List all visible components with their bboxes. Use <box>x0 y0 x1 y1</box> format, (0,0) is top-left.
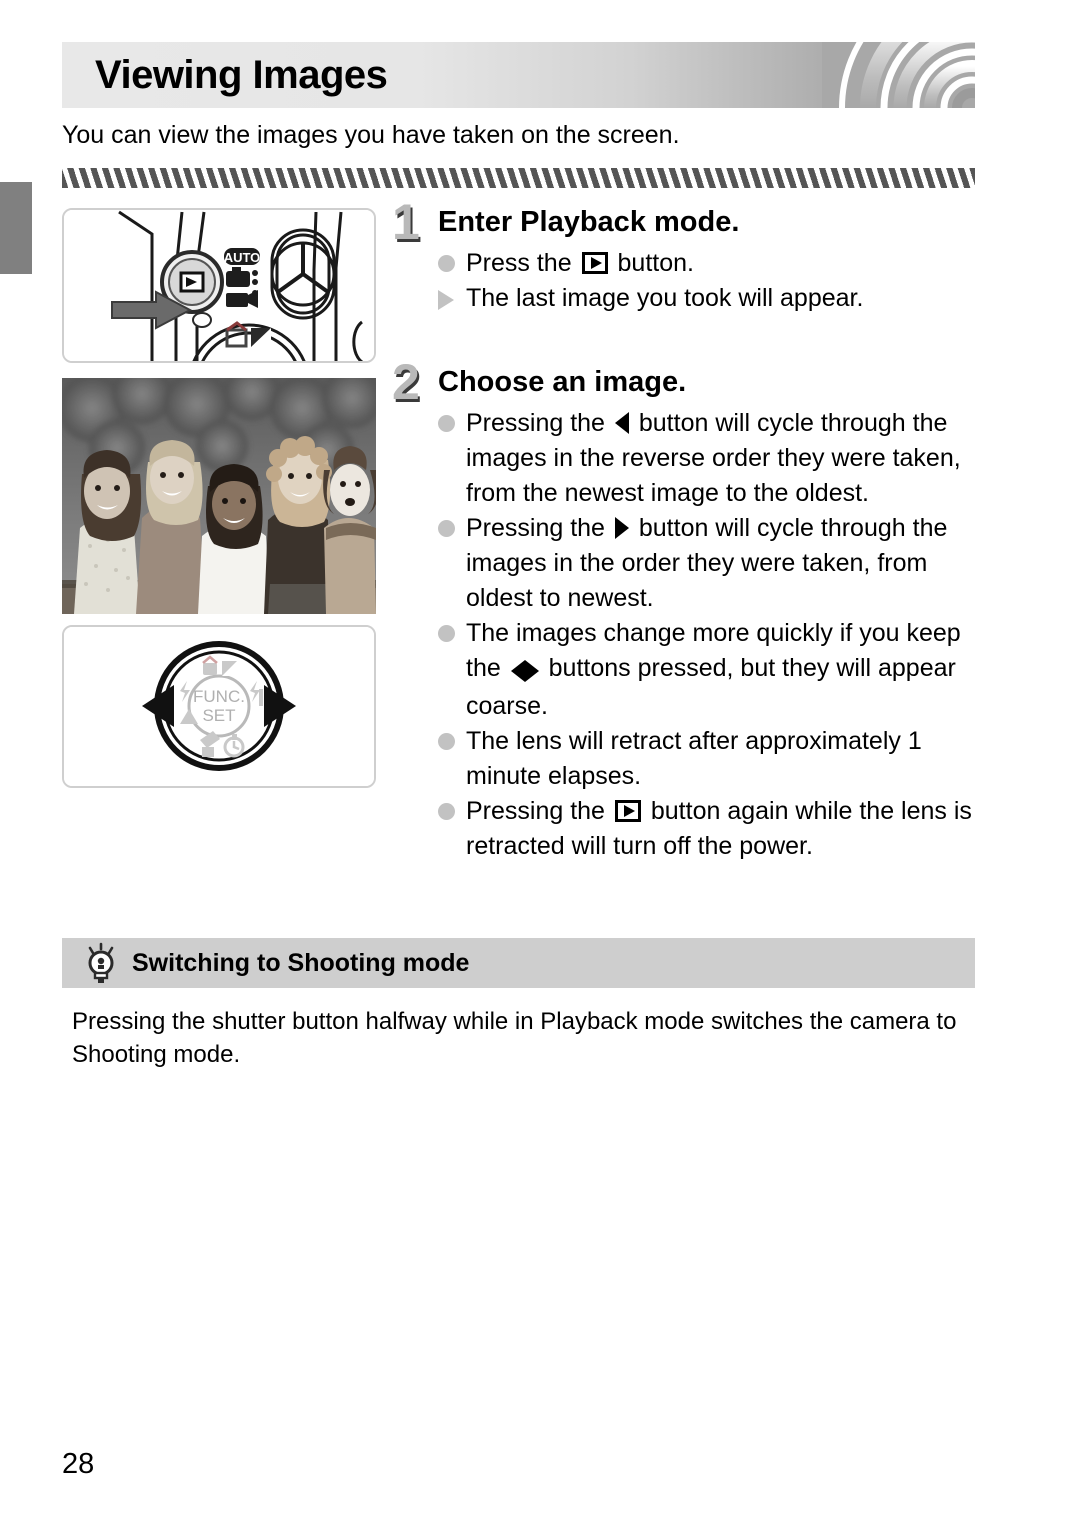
list-item: Pressing the button will cycle through t… <box>438 511 980 616</box>
func-set-control-dial-illustration: FUNC. SET <box>62 625 376 788</box>
sample-photo-children-with-dog <box>62 378 376 614</box>
playback-glyph-icon <box>581 252 608 274</box>
tip-title: Switching to Shooting mode <box>132 948 470 977</box>
bullet-dot-icon <box>438 616 466 642</box>
lightbulb-icon <box>82 942 120 984</box>
step-2: 2 Choose an image. Pressing the button w… <box>392 354 980 864</box>
page-title: Viewing Images <box>95 53 388 97</box>
bullet-text: The last image you took will appear. <box>466 284 864 312</box>
page-number: 28 <box>62 1448 95 1480</box>
intro-text: You can view the images you have taken o… <box>62 121 680 149</box>
bullet-text: The lens will retract after approximatel… <box>466 727 922 790</box>
step-bullets: Pressing the button will cycle through t… <box>392 406 980 864</box>
step-bullets: Press the button. The last image you too… <box>392 246 980 316</box>
playback-glyph-icon <box>614 800 641 822</box>
page-header: Viewing Images <box>62 42 975 108</box>
svg-text:AUTO: AUTO <box>224 250 261 265</box>
step-title: Choose an image. <box>438 366 687 398</box>
step-number: 1 <box>392 194 420 250</box>
list-item: The last image you took will appear. <box>438 281 980 316</box>
bullet-dot-icon <box>438 794 466 820</box>
tip-body-text: Pressing the shutter button halfway whil… <box>72 1008 957 1068</box>
edge-tab-marker <box>0 182 32 274</box>
bullet-triangle-icon <box>438 281 466 310</box>
bullet-text: Pressing the button will cycle through t… <box>466 409 961 507</box>
hatch-divider <box>62 168 975 188</box>
list-item: Pressing the button will cycle through t… <box>438 406 980 511</box>
dial-func-label: FUNC. <box>193 687 245 706</box>
list-item: Press the button. <box>438 246 980 281</box>
tip-header-bar: Switching to Shooting mode <box>62 938 975 988</box>
step-title: Enter Playback mode. <box>438 206 740 238</box>
list-item: The lens will retract after approximatel… <box>438 724 980 794</box>
bullet-dot-icon <box>438 246 466 272</box>
right-arrow-glyph-icon <box>614 517 629 539</box>
bullet-text: Pressing the button will cycle through t… <box>466 514 948 612</box>
list-item: Pressing the button again while the lens… <box>438 794 980 864</box>
step-number: 2 <box>392 354 420 410</box>
concentric-arcs-decoration-icon <box>822 42 975 108</box>
left-arrow-glyph-icon <box>614 412 629 434</box>
dial-set-label: SET <box>202 706 235 725</box>
bullet-dot-icon <box>438 724 466 750</box>
bullet-text: Pressing the button again while the lens… <box>466 797 972 860</box>
left-right-arrows-glyph-icon <box>510 654 539 689</box>
bullet-dot-icon <box>438 511 466 537</box>
bullet-text: The images change more quickly if you ke… <box>466 619 961 720</box>
camera-back-playback-button-illustration: AUTO <box>62 208 376 363</box>
steps-container: 1 Enter Playback mode. Press the button.… <box>392 194 980 864</box>
list-item: The images change more quickly if you ke… <box>438 616 980 724</box>
bullet-dot-icon <box>438 406 466 432</box>
step-1: 1 Enter Playback mode. Press the button.… <box>392 194 980 316</box>
bullet-text: Press the button. <box>466 249 694 277</box>
